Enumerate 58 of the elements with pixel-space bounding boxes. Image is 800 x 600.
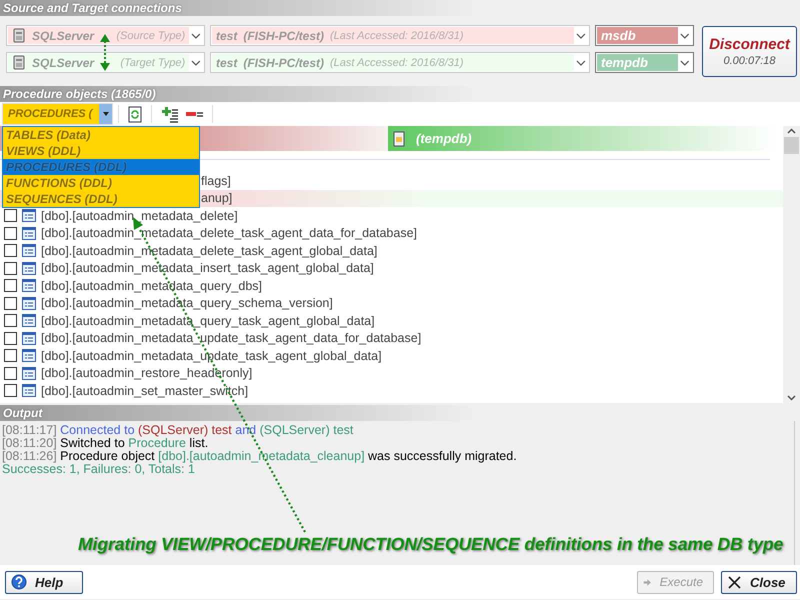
disconnect-button[interactable]: Disconnect 0.00:07:18 xyxy=(702,26,797,77)
log-line: [08:11:20] Switched to Procedure list. xyxy=(2,437,210,450)
arrow-right-icon xyxy=(643,576,652,588)
procedure-icon xyxy=(22,296,36,310)
log-line: [08:11:26] Procedure object [dbo].[autoadmin_metadata_cleanup] was successfully migrated. xyxy=(2,450,518,463)
refresh-icon[interactable] xyxy=(127,106,143,122)
procedure-icon xyxy=(22,366,36,380)
close-button[interactable]: Close xyxy=(721,570,797,594)
procedure-name[interactable]: [dbo].[autoadmin_metadata_update_task_agent_data_for_database] xyxy=(41,331,422,346)
procedure-icon xyxy=(22,332,36,345)
checkbox[interactable] xyxy=(4,349,17,362)
checkbox[interactable] xyxy=(4,209,17,222)
procedure-name[interactable]: [dbo].[autoadmin_metadata_delete_task_agent_data_for_database] xyxy=(41,226,417,240)
checkbox[interactable] xyxy=(4,244,17,258)
procedure-name[interactable]: flags] xyxy=(201,174,231,188)
checkbox[interactable] xyxy=(4,384,17,398)
help-icon xyxy=(11,574,27,590)
annotation-arrow xyxy=(100,34,110,71)
procedure-name[interactable]: [dbo].[autoadmin_metadata_insert_task_agent_global_data] xyxy=(41,261,374,276)
caret-icon xyxy=(102,110,110,118)
database-icon xyxy=(12,28,26,43)
procedure-name[interactable]: [dbo].[autoadmin_metadata_query_schema_version] xyxy=(41,296,333,310)
procedure-icon xyxy=(22,279,36,292)
checkbox[interactable] xyxy=(4,314,17,328)
log-line: [08:11:17] Connected to (SQLServer) test and (SQLServer) test xyxy=(2,424,354,437)
help-button[interactable]: Help xyxy=(5,570,83,594)
checkbox[interactable] xyxy=(4,366,17,380)
database-icon xyxy=(392,130,406,146)
procedure-name[interactable]: [dbo].[autoadmin_metadata_delete] xyxy=(41,208,238,223)
scrollbar-thumb[interactable] xyxy=(784,137,799,154)
procedure-name[interactable]: anup] xyxy=(201,191,232,206)
procedure-name[interactable]: [dbo].[autoadmin_metadata_update_task_agent_global_data] xyxy=(41,348,382,363)
section-title: Procedure objects (1865/0) xyxy=(2,86,157,102)
procedure-icon xyxy=(22,314,36,328)
checkbox[interactable] xyxy=(4,279,17,292)
close-icon xyxy=(727,574,742,590)
procedure-name[interactable]: [dbo].[autoadmin_metadata_delete_task_agent_global_data] xyxy=(41,244,378,258)
procedure-name[interactable]: [dbo].[autoadmin_metadata_query_task_agent_global_data] xyxy=(41,314,375,328)
checkbox[interactable] xyxy=(4,262,17,275)
procedure-icon xyxy=(22,349,36,362)
procedure-name[interactable]: [dbo].[autoadmin_set_master_switch] xyxy=(41,384,248,398)
procedure-icon xyxy=(22,384,36,398)
add-list-icon[interactable] xyxy=(160,106,179,122)
procedure-icon xyxy=(22,244,36,258)
annotation-caption: Migrating VIEW/PROCEDURE/FUNCTION/SEQUENCE definitions in the same DB type xyxy=(78,534,784,555)
checkbox[interactable] xyxy=(4,296,17,310)
procedure-icon xyxy=(22,262,36,275)
checkbox[interactable] xyxy=(4,226,17,240)
section-title: Source and Target connections xyxy=(2,0,183,16)
procedure-icon xyxy=(22,209,36,222)
checkbox[interactable] xyxy=(4,332,17,345)
section-title: Output xyxy=(2,405,44,421)
target-database-label: (tempdb) xyxy=(416,131,472,146)
log-line: Successes: 1, Failures: 0, Totals: 1 xyxy=(2,463,195,476)
database-icon xyxy=(12,55,26,70)
procedure-name[interactable]: [dbo].[autoadmin_metadata_query_dbs] xyxy=(41,278,262,293)
procedure-name[interactable]: [dbo].[autoadmin_restore_headeronly] xyxy=(41,366,252,380)
procedure-icon xyxy=(22,226,36,240)
